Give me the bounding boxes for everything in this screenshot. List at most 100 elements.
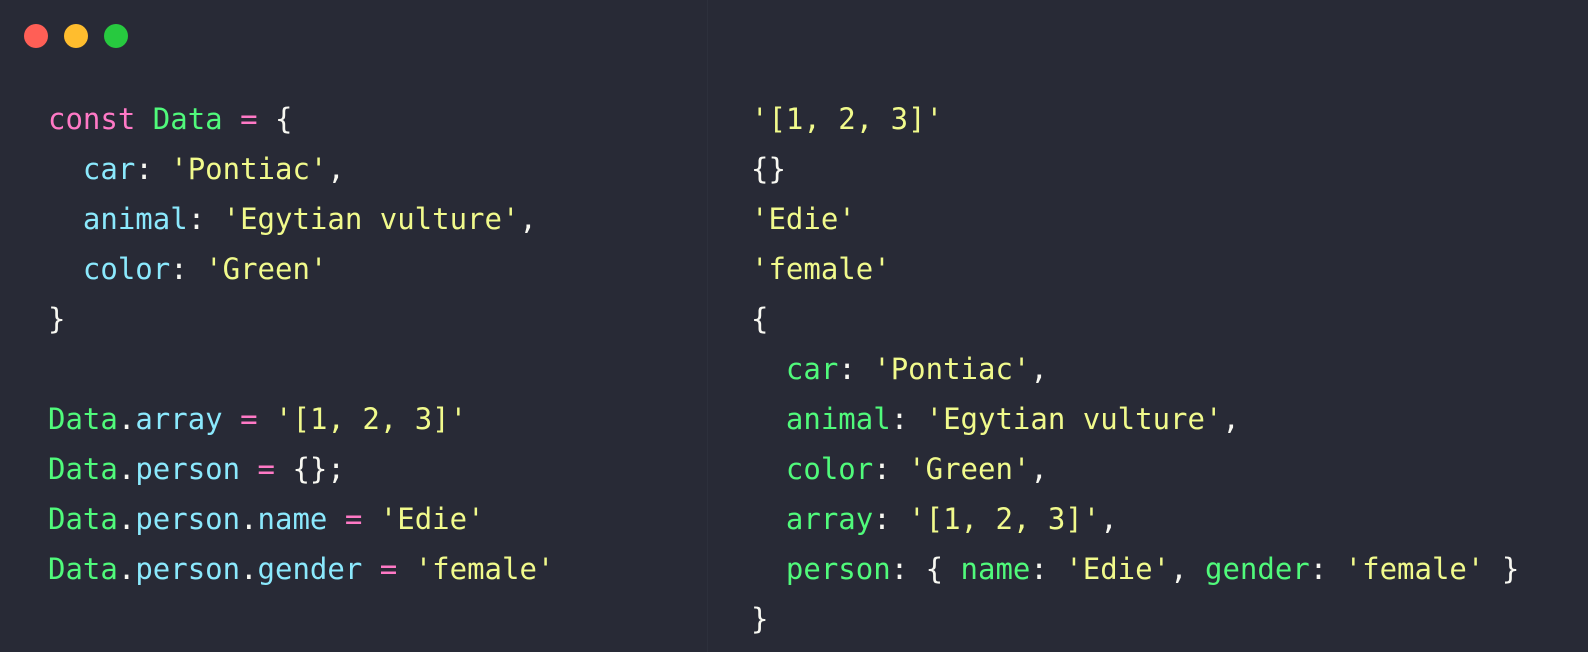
output-token: array: [785, 502, 874, 536]
editor-token: 'Pontiac': [170, 152, 328, 186]
output-token: color: [785, 452, 874, 486]
output-line: car: 'Pontiac',: [751, 344, 1519, 394]
output-token: 'female': [751, 252, 891, 286]
editor-line: animal: 'Egytian vulture',: [48, 194, 554, 244]
editor-token: [223, 102, 240, 136]
editor-token: =: [240, 402, 258, 436]
output-token: [751, 552, 786, 586]
editor-line: }: [48, 294, 554, 344]
editor-token: [48, 152, 83, 186]
output-token: 'Edie': [751, 202, 856, 236]
editor-token: 'Green': [205, 252, 328, 286]
editor-line: car: 'Pontiac',: [48, 144, 554, 194]
editor-token: Data: [48, 502, 118, 536]
output-token: ,: [1222, 402, 1240, 436]
output-token: 'Edie': [1065, 552, 1171, 586]
editor-token: =: [379, 552, 398, 586]
code-window: const Data = { car: 'Pontiac', animal: '…: [0, 0, 1588, 652]
editor-line: Data.person.gender = 'female': [48, 544, 554, 594]
editor-token: 'Egytian vulture': [222, 202, 520, 236]
editor-token: [362, 552, 379, 586]
source-code[interactable]: const Data = { car: 'Pontiac', animal: '…: [48, 94, 554, 594]
output-token: [751, 452, 786, 486]
output-token: gender: [1204, 552, 1310, 586]
console-output: '[1, 2, 3]' {} 'Edie' 'female' { car: 'Ponti…: [751, 94, 1519, 644]
editor-token: Data: [48, 452, 118, 486]
output-token: {}: [751, 152, 786, 186]
output-line: '[1, 2, 3]': [751, 94, 1519, 144]
console-output-pane: '[1, 2, 3]' {} 'Edie' 'female' { car: 'Ponti…: [708, 0, 1588, 652]
output-line: {: [751, 294, 1519, 344]
editor-token: Data: [48, 402, 118, 436]
editor-token: 'female': [414, 552, 555, 586]
editor-token: [135, 102, 152, 136]
output-token: 'Egytian vulture': [925, 402, 1223, 436]
output-token: name: [960, 552, 1031, 586]
editor-token: person: [135, 552, 241, 586]
editor-token: =: [344, 502, 363, 536]
editor-token: person: [135, 452, 241, 486]
code-editor-pane: const Data = { car: 'Pontiac', animal: '…: [0, 0, 707, 652]
output-token: [751, 502, 786, 536]
output-token: ,: [1030, 352, 1048, 386]
editor-token: [397, 552, 414, 586]
editor-token: =: [240, 102, 258, 136]
editor-token: :: [170, 252, 206, 286]
editor-token: .: [240, 552, 258, 586]
editor-line: Data.array = '[1, 2, 3]': [48, 394, 554, 444]
output-token: :: [890, 402, 926, 436]
output-line: animal: 'Egytian vulture',: [751, 394, 1519, 444]
editor-token: =: [257, 452, 276, 486]
output-token: : {: [890, 552, 961, 586]
output-line: color: 'Green',: [751, 444, 1519, 494]
editor-token: {: [257, 102, 293, 136]
editor-line: const Data = {: [48, 94, 554, 144]
output-token: 'Pontiac': [873, 352, 1031, 386]
editor-token: [327, 502, 344, 536]
editor-token: const: [48, 102, 136, 136]
output-token: '[1, 2, 3]': [751, 102, 944, 136]
editor-token: .: [117, 402, 136, 436]
output-token: :: [838, 352, 874, 386]
output-token: animal: [785, 402, 891, 436]
editor-token: 'Edie': [379, 502, 485, 536]
output-token: }: [751, 602, 769, 636]
output-token: }: [1484, 552, 1520, 586]
editor-line: Data.person.name = 'Edie': [48, 494, 554, 544]
editor-token: [48, 252, 83, 286]
editor-line: Data.person = {};: [48, 444, 554, 494]
output-line: 'female': [751, 244, 1519, 294]
editor-token: person: [135, 502, 241, 536]
output-line: {}: [751, 144, 1519, 194]
editor-token: ,: [327, 152, 345, 186]
editor-token: [258, 402, 275, 436]
output-token: [751, 352, 786, 386]
output-token: car: [785, 352, 839, 386]
editor-token: [362, 502, 379, 536]
editor-token: array: [135, 402, 223, 436]
editor-token: ,: [519, 202, 537, 236]
editor-token: animal: [82, 202, 188, 236]
output-line: array: '[1, 2, 3]',: [751, 494, 1519, 544]
output-line: 'Edie': [751, 194, 1519, 244]
output-token: ,: [1030, 452, 1048, 486]
output-token: :: [1309, 552, 1345, 586]
editor-token: [48, 202, 83, 236]
output-token: :: [873, 502, 909, 536]
editor-token: .: [117, 502, 136, 536]
editor-token: [223, 402, 240, 436]
output-token: ,: [1100, 502, 1118, 536]
editor-token: {};: [275, 452, 345, 486]
output-token: ,: [1170, 552, 1205, 586]
editor-token: :: [187, 202, 223, 236]
output-token: 'Green': [908, 452, 1031, 486]
output-line: person: { name: 'Edie', gender: 'female'…: [751, 544, 1519, 594]
editor-token: .: [240, 502, 258, 536]
output-token: :: [873, 452, 909, 486]
output-line: }: [751, 594, 1519, 644]
output-token: person: [785, 552, 891, 586]
editor-token: car: [82, 152, 136, 186]
editor-token: Data: [48, 552, 118, 586]
editor-line: color: 'Green': [48, 244, 554, 294]
